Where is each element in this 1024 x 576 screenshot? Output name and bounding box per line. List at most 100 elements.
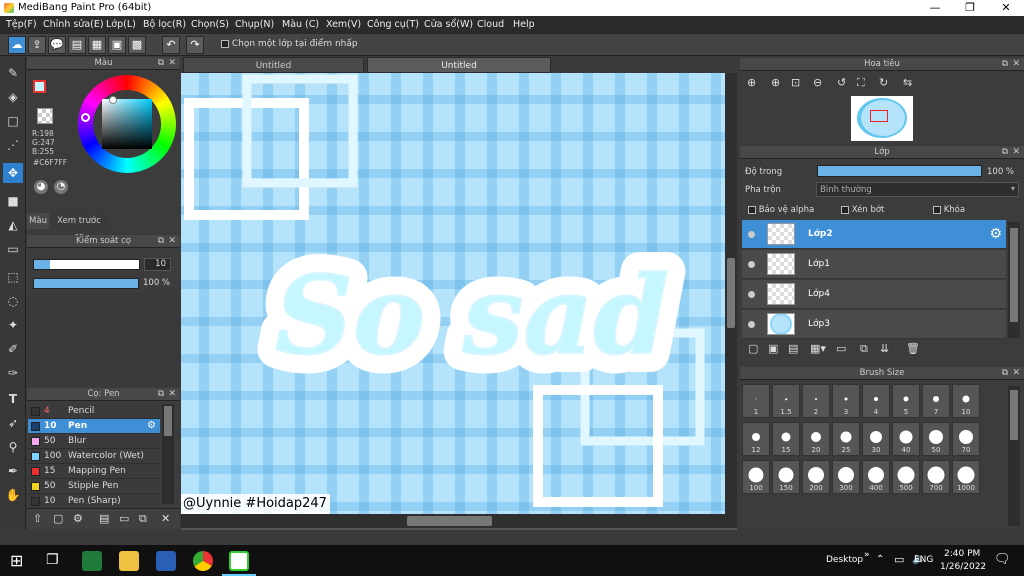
- brush-size-option[interactable]: 12: [742, 422, 770, 456]
- brush-settings-gear-icon[interactable]: ⚙: [147, 420, 156, 431]
- menu-cloud[interactable]: Cloud: [477, 19, 504, 30]
- language-indicator[interactable]: ENG: [914, 555, 933, 565]
- layer-opacity-slider[interactable]: [817, 165, 982, 177]
- shape-tool-icon[interactable]: ■: [3, 191, 23, 211]
- layer-row[interactable]: Lớp3: [742, 310, 1006, 339]
- gradient-tool-icon[interactable]: ▭: [3, 239, 23, 259]
- tile-icon[interactable]: ▩: [128, 36, 146, 54]
- brush-size-option[interactable]: 1.5: [772, 384, 800, 418]
- brush-list-item[interactable]: 10 Pen ⚙: [28, 419, 160, 434]
- undo-icon[interactable]: ↶: [162, 36, 180, 54]
- menu-help[interactable]: Help: [513, 19, 535, 30]
- dot-tool-icon[interactable]: ⋰: [3, 135, 23, 155]
- clock-date[interactable]: 1/26/2022: [940, 562, 986, 572]
- canvas-horizontal-scrollbar[interactable]: [181, 514, 737, 528]
- clock-time[interactable]: 2:40 PM: [944, 549, 980, 559]
- desktop-toolbar[interactable]: Desktop: [826, 555, 863, 565]
- lasso-tool-icon[interactable]: ◌: [3, 291, 23, 311]
- maximize-button[interactable]: ❐: [953, 0, 987, 16]
- popout-icon[interactable]: ⧉: [158, 388, 164, 401]
- menu-select[interactable]: Chọn(S): [191, 19, 229, 30]
- brush-size-option[interactable]: 40: [892, 422, 920, 456]
- brush-size-option[interactable]: 4: [862, 384, 890, 418]
- brush-size-option[interactable]: 100: [742, 460, 770, 494]
- brush-settings-icon[interactable]: ⚙: [73, 512, 83, 525]
- brush-size-option[interactable]: 700: [922, 460, 950, 494]
- select-tool-icon[interactable]: ⬚: [3, 267, 23, 287]
- brush-size-option[interactable]: 150: [772, 460, 800, 494]
- close-icon[interactable]: ✕: [168, 388, 176, 401]
- brush-list-item[interactable]: 50 Blur: [28, 434, 160, 449]
- brush-size-scrollbar[interactable]: [1008, 386, 1020, 526]
- popout-icon[interactable]: ⧉: [1002, 58, 1008, 71]
- cloud-icon[interactable]: ☁: [8, 36, 26, 54]
- lock-option[interactable]: Khóa: [933, 205, 965, 215]
- add-brush-icon[interactable]: ⇧: [33, 512, 42, 525]
- close-icon[interactable]: ✕: [1012, 146, 1020, 159]
- visibility-icon[interactable]: [748, 231, 755, 238]
- minimize-button[interactable]: —: [918, 0, 952, 16]
- select-layer-on-click[interactable]: Chọn một lớp tại điểm nhấp: [221, 39, 358, 49]
- word-icon[interactable]: [156, 551, 176, 571]
- excel-icon[interactable]: [82, 551, 102, 571]
- bucket-tool-icon[interactable]: ◭: [3, 215, 23, 235]
- brush-size-option[interactable]: 2: [802, 384, 830, 418]
- flip-icon[interactable]: ⇆: [903, 76, 912, 89]
- brush-size-option[interactable]: 500: [892, 460, 920, 494]
- delete-brush-icon[interactable]: ✕: [161, 512, 170, 525]
- comment-icon[interactable]: 💬: [48, 36, 66, 54]
- menu-view[interactable]: Xem(V): [326, 19, 361, 30]
- brush-size-option[interactable]: 10: [952, 384, 980, 418]
- rectangle-tool-icon[interactable]: □: [3, 111, 23, 131]
- popout-icon[interactable]: ⧉: [158, 235, 164, 248]
- new-brush-icon[interactable]: ▢: [53, 512, 63, 525]
- file-explorer-icon[interactable]: [119, 551, 139, 571]
- windows-start-icon[interactable]: ⊞: [10, 551, 23, 570]
- document-icon[interactable]: ▦: [88, 36, 106, 54]
- visibility-icon[interactable]: [748, 291, 755, 298]
- duplicate-brush-icon[interactable]: ▤: [99, 512, 109, 525]
- lock-checkbox[interactable]: [933, 205, 941, 214]
- redo-icon[interactable]: ↷: [186, 36, 204, 54]
- chrome-icon[interactable]: [193, 551, 213, 571]
- rotate-right-icon[interactable]: ↻: [879, 76, 888, 89]
- select-pen-icon[interactable]: ✐: [3, 339, 23, 359]
- eyedropper-icon[interactable]: ✒: [3, 461, 23, 481]
- brush-list-scrollbar[interactable]: [162, 404, 174, 504]
- duplicate-layer-icon[interactable]: ⧉: [860, 342, 868, 356]
- menu-file[interactable]: Tệp(F): [6, 19, 37, 30]
- layer-row[interactable]: Lớp2 ⚙: [742, 220, 1006, 249]
- brush-size-option[interactable]: 30: [862, 422, 890, 456]
- new-layer-icon[interactable]: ▢: [748, 342, 758, 355]
- select-eraser-icon[interactable]: ✑: [3, 363, 23, 383]
- close-icon[interactable]: ✕: [1012, 367, 1020, 380]
- select-layer-checkbox[interactable]: [221, 39, 229, 48]
- layer-row[interactable]: Lớp4: [742, 280, 1006, 309]
- brush-list-item[interactable]: 4 Pencil: [28, 404, 160, 419]
- hue-marker[interactable]: [81, 113, 90, 122]
- brush-list-item[interactable]: 100 Watercolor (Wet): [28, 449, 160, 464]
- eraser-tool-icon[interactable]: ◈: [3, 87, 23, 107]
- protect-alpha-option[interactable]: Bảo vệ alpha: [748, 205, 814, 215]
- text-tool-icon[interactable]: T: [3, 389, 23, 409]
- copy-brush-icon[interactable]: ⧉: [139, 512, 147, 526]
- new-halftone-layer-icon[interactable]: ▣: [768, 342, 778, 355]
- brush-size-option[interactable]: 400: [862, 460, 890, 494]
- brush-size-value[interactable]: 10: [144, 258, 171, 271]
- blend-mode-select[interactable]: Bình thường ▾: [816, 182, 1019, 197]
- background-color-swatch[interactable]: [37, 108, 53, 124]
- brush-size-option[interactable]: 20: [802, 422, 830, 456]
- color-history-icon[interactable]: ◔: [54, 180, 68, 194]
- protect-alpha-checkbox[interactable]: [748, 205, 756, 214]
- close-icon[interactable]: ✕: [1012, 58, 1020, 71]
- hand-tool-icon[interactable]: ✋: [3, 485, 23, 505]
- visibility-icon[interactable]: [748, 261, 755, 268]
- color-marker[interactable]: [109, 96, 117, 104]
- popout-icon[interactable]: ⧉: [158, 57, 164, 70]
- network-icon[interactable]: ▭: [894, 553, 904, 566]
- dropper-tool-icon[interactable]: ⚲: [3, 437, 23, 457]
- clipping-checkbox[interactable]: [841, 205, 849, 214]
- menu-edit[interactable]: Chỉnh sửa(E): [43, 19, 104, 30]
- navigator-preview[interactable]: [851, 96, 913, 141]
- palette-icon[interactable]: ◕: [34, 180, 48, 194]
